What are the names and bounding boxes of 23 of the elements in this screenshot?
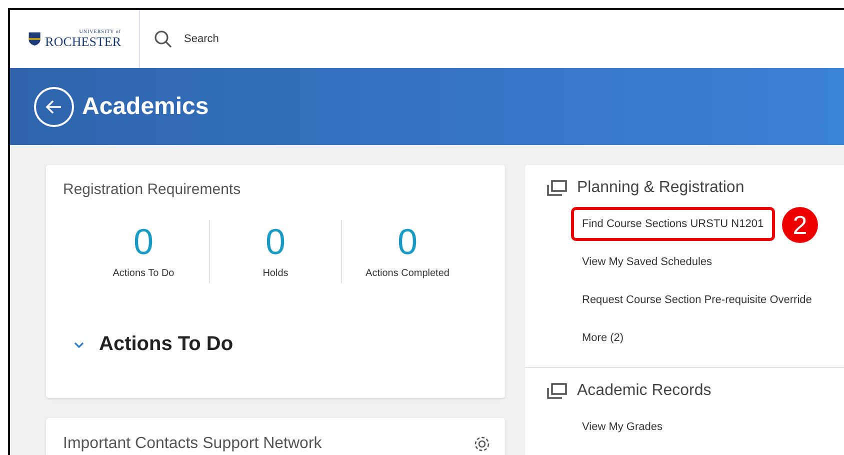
panel-title: Academic Records — [577, 382, 712, 400]
card-title: Registration Requirements — [63, 181, 242, 198]
panel-title: Planning & Registration — [577, 179, 744, 197]
task-link[interactable]: View My Saved Schedules — [571, 245, 724, 279]
settings-icon[interactable] — [473, 435, 491, 453]
arrow-icon — [45, 98, 63, 116]
stat-label: Holds — [262, 268, 288, 279]
chevron-icon[interactable] — [73, 340, 85, 348]
stat-label: Actions Completed — [366, 268, 450, 279]
section-title: Actions To Do — [99, 333, 234, 356]
page-title: Academics — [82, 92, 209, 120]
windows-icon — [547, 383, 567, 399]
task-link[interactable]: More (2) — [571, 321, 635, 355]
task-link[interactable]: View My Grades — [571, 410, 674, 444]
windows-icon — [547, 180, 567, 196]
card-title: Important Contacts Support Network — [63, 435, 322, 453]
search-icon — [154, 30, 172, 48]
back-button[interactable] — [34, 86, 74, 126]
task-link[interactable]: Request Course Section Pre-requisite Override — [571, 283, 823, 317]
step-number-badge: 2 — [782, 207, 818, 243]
task-link[interactable]: Find Course Sections URSTU N1201 — [571, 207, 775, 241]
shield-icon — [28, 30, 42, 48]
stat-label: Actions To Do — [112, 268, 174, 279]
